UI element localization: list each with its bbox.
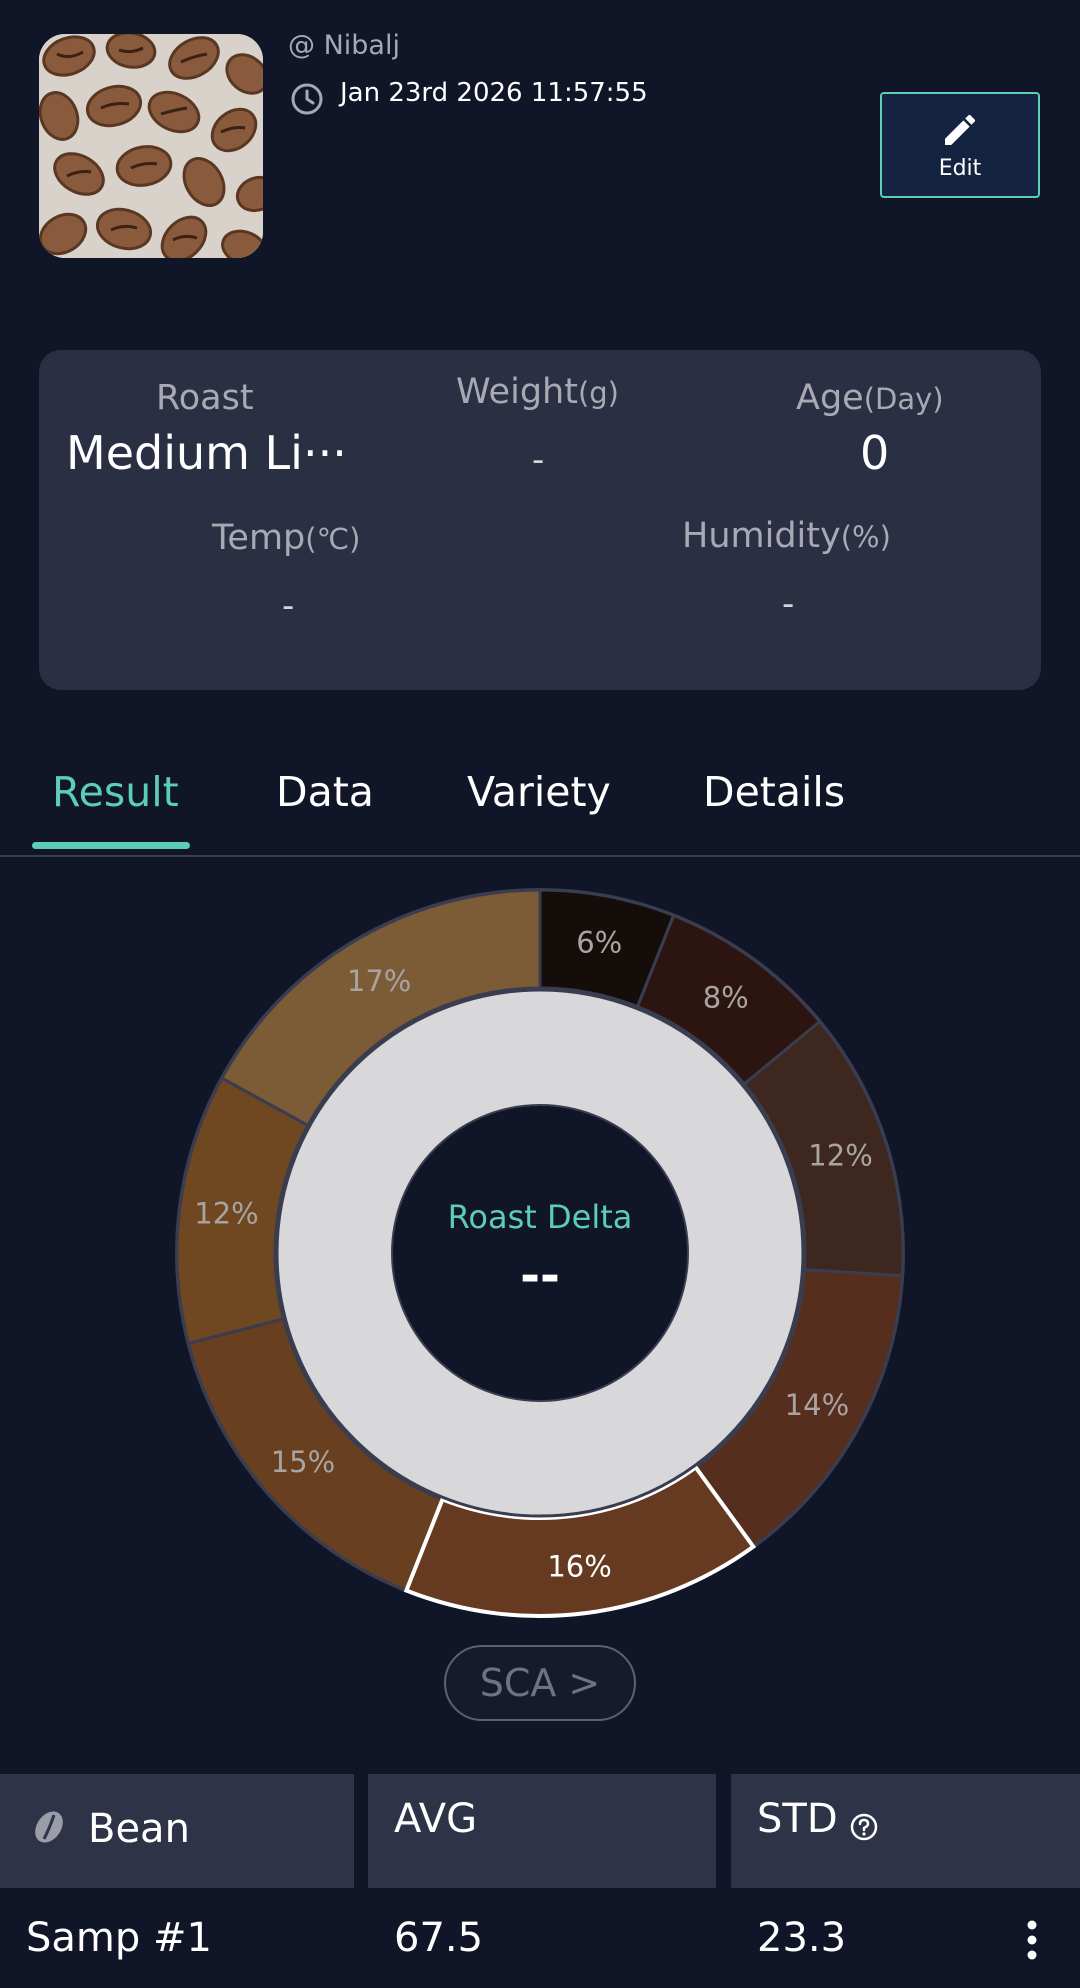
timestamp: Jan 23rd 2026 11:57:55 — [340, 78, 648, 108]
tab-divider — [0, 855, 1080, 857]
humidity-label: Humidity(%) — [682, 516, 891, 556]
row-avg: 67.5 — [394, 1915, 484, 1961]
roast-delta-label: Roast Delta — [447, 1198, 633, 1236]
coffee-bean-icon — [35, 1811, 63, 1843]
segment-label: 15% — [271, 1445, 335, 1479]
sca-button[interactable]: SCA > — [444, 1645, 636, 1721]
help-icon[interactable] — [849, 1812, 879, 1842]
tab-data[interactable]: Data — [276, 768, 374, 816]
username: @ Nibalj — [288, 30, 400, 61]
segment-label: 6% — [576, 926, 622, 960]
segment-label: 12% — [194, 1196, 258, 1230]
temp-label: Temp(℃) — [212, 518, 361, 558]
weight-label: Weight(g) — [456, 372, 619, 412]
coffee-beans-photo[interactable] — [39, 34, 263, 258]
table-header-bean: Bean — [0, 1774, 354, 1888]
humidity-value: - — [782, 584, 795, 624]
roast-label: Roast — [156, 378, 254, 418]
row-bean-name: Samp #1 — [26, 1915, 212, 1961]
temp-value: - — [282, 586, 295, 626]
age-value: 0 — [860, 426, 890, 480]
weight-value: - — [532, 440, 545, 480]
segment-label: 14% — [785, 1388, 849, 1422]
segment-label: 12% — [808, 1138, 872, 1172]
more-options-icon[interactable] — [1020, 1918, 1044, 1962]
pencil-icon — [945, 114, 976, 145]
tab-result[interactable]: Result — [52, 768, 179, 816]
tab-details[interactable]: Details — [703, 768, 845, 816]
std-header-label: STD — [757, 1796, 838, 1842]
table-header-std: STD — [731, 1774, 1080, 1888]
segment-label: 8% — [703, 980, 749, 1014]
bean-header-label: Bean — [88, 1806, 190, 1852]
avg-header-label: AVG — [394, 1796, 478, 1842]
segment-label: 16% — [547, 1550, 611, 1584]
segment-label: 17% — [347, 964, 411, 998]
active-tab-indicator — [32, 842, 190, 849]
edit-button[interactable]: Edit — [880, 92, 1040, 198]
age-label: Age(Day) — [796, 378, 944, 418]
roast-delta-value: -- — [520, 1248, 560, 1304]
table-header-avg: AVG — [368, 1774, 716, 1888]
clock-icon — [291, 83, 323, 115]
row-std: 23.3 — [757, 1915, 847, 1961]
roast-value: Medium Li··· — [66, 426, 347, 480]
edit-label: Edit — [938, 156, 982, 181]
tab-variety[interactable]: Variety — [467, 768, 611, 816]
